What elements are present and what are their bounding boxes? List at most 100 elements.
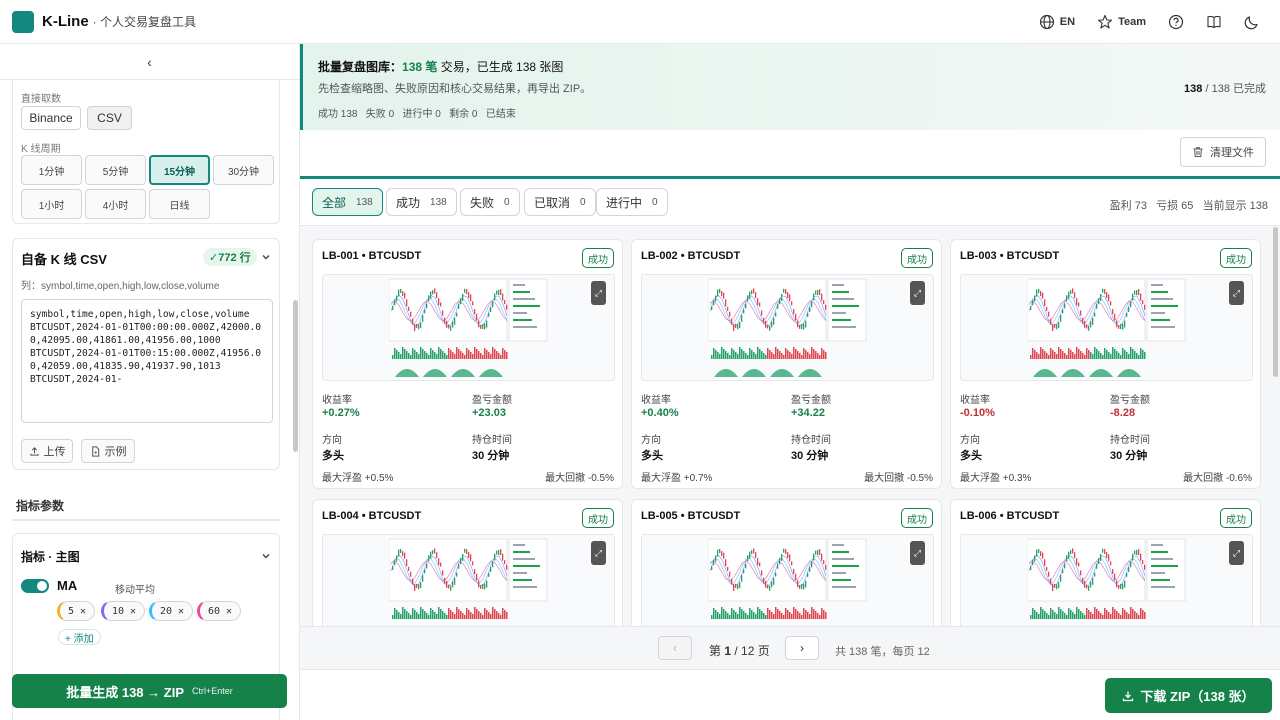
remove-icon[interactable]: ✕ [130, 606, 136, 617]
banner-progress: 138 / 138 已完成 [1184, 80, 1266, 96]
chevron-left-icon: ‹ [147, 53, 152, 70]
section-divider [12, 519, 280, 521]
sidebar-scrollbar[interactable] [293, 300, 298, 452]
ma-period-pill[interactable]: 5 ✕ [57, 601, 96, 621]
expand-icon[interactable]: ⤢ [591, 541, 606, 565]
batch-generate-button[interactable]: 批量生成 138 → ZIP Ctrl+Enter [12, 674, 287, 708]
hold-label: 持仓时间 [1110, 435, 1150, 446]
trade-count: 138 笔 [402, 60, 438, 74]
chart-thumbnail [707, 538, 866, 619]
indicator-section-title: 指标参数 [16, 499, 65, 513]
banner-title-prefix: 批量复盘图库： [318, 60, 403, 74]
result-card[interactable]: LB-005 • BTCUSDT 成功 ⤢ [631, 499, 942, 626]
tab-failed[interactable]: 失败 0 [460, 188, 520, 216]
language-label: EN [1059, 16, 1076, 28]
period-15m[interactable]: 15分钟 [149, 155, 210, 185]
ma-toggle[interactable] [21, 579, 49, 593]
book-icon[interactable] [1206, 14, 1222, 30]
example-button[interactable]: 示例 [81, 439, 135, 463]
next-page-button[interactable]: › [785, 636, 819, 660]
direction-value: 多头 [960, 450, 982, 462]
hold-label: 持仓时间 [472, 435, 512, 446]
team-link[interactable]: Team [1097, 14, 1146, 30]
result-card[interactable]: LB-006 • BTCUSDT 成功 ⤢ [950, 499, 1261, 626]
tab-running[interactable]: 进行中 0 [596, 188, 668, 216]
chart-preview[interactable]: ⤢ [960, 534, 1253, 626]
result-card[interactable]: LB-004 • BTCUSDT 成功 ⤢ [312, 499, 623, 626]
source-csv[interactable]: CSV [87, 106, 132, 130]
result-card[interactable]: LB-003 • BTCUSDT 成功 ⤢ 收益率 盈亏金额 -0.10% -8.28 方向 持… [950, 239, 1261, 489]
language-switch[interactable]: EN [1039, 14, 1075, 30]
result-card[interactable]: LB-001 • BTCUSDT 成功 ⤢ 收益率 盈亏金额 +0.27% +23.03 方向… [312, 239, 623, 489]
csv-textarea[interactable]: symbol,time,open,high,low,close,volume B… [21, 299, 273, 423]
trash-icon [1193, 147, 1203, 157]
direction-label: 方向 [960, 435, 980, 446]
chevron-down-icon[interactable] [261, 252, 271, 262]
period-4h[interactable]: 4小时 [85, 189, 146, 219]
card-title: LB-001 • BTCUSDT [322, 250, 422, 262]
remove-icon[interactable]: ✕ [178, 606, 184, 617]
brand-tagline: · 个人交易复盘工具 [92, 15, 197, 29]
expand-icon[interactable]: ⤢ [1229, 541, 1244, 565]
tab-all[interactable]: 全部 138 [312, 188, 383, 216]
prev-page-button[interactable]: ‹ [658, 636, 692, 660]
remove-icon[interactable]: ✕ [226, 606, 232, 617]
tab-cancelled[interactable]: 已取消 0 [524, 188, 596, 216]
csv-section: 自备 K 线 CSV ✓772 行 列：symbol,time,open,hig… [12, 238, 280, 470]
card-title: LB-006 • BTCUSDT [960, 510, 1060, 522]
source-binance[interactable]: Binance [21, 106, 81, 130]
remove-icon[interactable]: ✕ [80, 606, 86, 617]
chart-preview[interactable]: ⤢ [641, 534, 934, 626]
card-title: LB-004 • BTCUSDT [322, 510, 422, 522]
upload-button[interactable]: 上传 [21, 439, 73, 463]
chevron-down-icon[interactable] [261, 551, 271, 561]
status-badge: 成功 [582, 248, 614, 268]
grid-scrollbar[interactable] [1273, 227, 1278, 377]
ma-period-value: 60 [208, 605, 221, 617]
download-zip-button[interactable]: 下载 ZIP（138 张） [1105, 678, 1272, 713]
period-5m[interactable]: 5分钟 [85, 155, 146, 185]
row-count-badge: ✓772 行 [203, 248, 257, 266]
expand-icon[interactable]: ⤢ [591, 281, 606, 305]
pnl-label: 盈亏金额 [1110, 395, 1150, 406]
upload-icon [29, 446, 39, 456]
expand-icon[interactable]: ⤢ [1229, 281, 1244, 305]
help-icon[interactable] [1168, 14, 1184, 30]
chart-preview[interactable]: ⤢ [322, 534, 615, 626]
shortcut-hint: Ctrl+Enter [191, 686, 233, 696]
main-panel: 批量复盘图库：138 笔 交易，已生成 138 张图 先检查缩略图、失败原因和核… [300, 44, 1280, 720]
sidebar: ‹ 直接取数 Binance CSV K 线周期 1分钟 5分钟 15分钟 30… [0, 44, 300, 720]
ma-period-pill[interactable]: 60 ✕ [197, 601, 242, 621]
tab-label: 失败 [470, 195, 495, 210]
hold-value: 30 分钟 [791, 450, 829, 462]
file-icon [91, 445, 99, 457]
clear-files-button[interactable]: 清理文件 [1180, 137, 1266, 167]
chart-preview[interactable]: ⤢ [322, 274, 615, 381]
expand-icon[interactable]: ⤢ [910, 281, 925, 305]
ma-period-value: 10 [112, 605, 125, 617]
tab-success[interactable]: 成功 138 [386, 188, 457, 216]
expand-icon[interactable]: ⤢ [910, 541, 925, 565]
ma-period-pill[interactable]: 10 ✕ [101, 601, 146, 621]
return-label: 收益率 [960, 395, 990, 406]
banner-title-suffix: 交易，已生成 138 张图 [440, 60, 564, 74]
period-1d[interactable]: 日线 [149, 189, 210, 219]
moon-icon[interactable] [1244, 14, 1260, 30]
chart-preview[interactable]: ⤢ [641, 274, 934, 381]
add-ma-button[interactable]: + 添加 [58, 629, 101, 645]
max-float-profit: 最大浮盈 +0.7% [641, 473, 713, 484]
direction-value: 多头 [322, 450, 344, 462]
app-header: K-Line · 个人交易复盘工具 EN Team [0, 0, 1280, 44]
sidebar-collapse-button[interactable]: ‹ [0, 44, 299, 80]
period-1h[interactable]: 1小时 [21, 189, 82, 219]
ma-period-pill[interactable]: 20 ✕ [149, 601, 194, 621]
chart-preview[interactable]: ⤢ [960, 274, 1253, 381]
tab-label: 全部 [322, 195, 347, 210]
status-badge: 成功 [1220, 248, 1252, 268]
period-1m[interactable]: 1分钟 [21, 155, 82, 185]
page-info: 共 138 笔，每页 12 [835, 646, 930, 658]
period-30m[interactable]: 30分钟 [213, 155, 274, 185]
result-card[interactable]: LB-002 • BTCUSDT 成功 ⤢ 收益率 盈亏金额 +0.40% +34.22 方向… [631, 239, 942, 489]
return-label: 收益率 [322, 395, 352, 406]
brand-name: K-Line [42, 13, 89, 30]
